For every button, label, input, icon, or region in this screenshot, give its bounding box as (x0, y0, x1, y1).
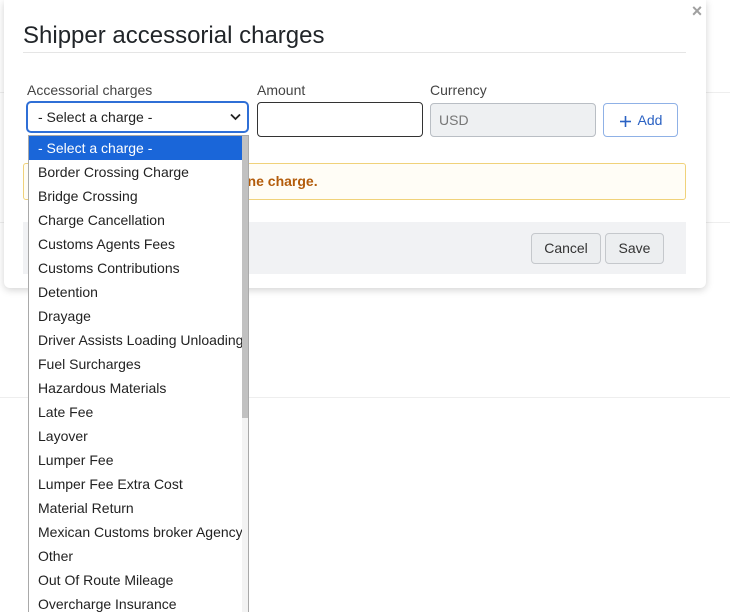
dropdown-option[interactable]: Bridge Crossing (29, 184, 242, 208)
dropdown-scrollbar-thumb[interactable] (242, 136, 248, 418)
charge-select-value: - Select a charge - (38, 109, 153, 125)
dropdown-option[interactable]: Fuel Surcharges (29, 352, 242, 376)
modal-title: Shipper accessorial charges (23, 22, 325, 49)
charges-label: Accessorial charges (27, 82, 153, 98)
chevron-down-icon (229, 103, 241, 131)
currency-label: Currency (430, 82, 487, 98)
dropdown-option[interactable]: Border Crossing Charge (29, 160, 242, 184)
dropdown-option[interactable]: - Select a charge - (29, 136, 242, 160)
dropdown-option[interactable]: Detention (29, 280, 242, 304)
dropdown-option[interactable]: Customs Contributions (29, 256, 242, 280)
dropdown-option[interactable]: Overcharge Insurance (29, 592, 242, 612)
charge-dropdown-list[interactable]: - Select a charge - Border Crossing Charg… (28, 135, 249, 612)
currency-input[interactable]: USD (430, 103, 596, 137)
dropdown-option[interactable]: Layover (29, 424, 242, 448)
add-charge-button[interactable]: Add (603, 103, 678, 137)
charge-select[interactable]: - Select a charge - (27, 102, 248, 132)
dropdown-option[interactable]: Other (29, 544, 242, 568)
dropdown-option[interactable]: Out Of Route Mileage (29, 568, 242, 592)
dropdown-option[interactable]: Lumper Fee (29, 448, 242, 472)
dropdown-option[interactable]: Drayage (29, 304, 242, 328)
title-divider (23, 52, 686, 53)
dropdown-option[interactable]: Customs Agents Fees (29, 232, 242, 256)
save-button[interactable]: Save (605, 233, 664, 264)
amount-input[interactable] (257, 102, 423, 137)
cancel-button[interactable]: Cancel (531, 233, 601, 264)
dropdown-option[interactable]: Late Fee (29, 400, 242, 424)
close-icon[interactable]: × (688, 1, 706, 21)
dropdown-option[interactable]: Material Return (29, 496, 242, 520)
warning-text: one charge. (239, 173, 318, 189)
add-charge-label: Add (637, 112, 663, 128)
dropdown-option[interactable]: Charge Cancellation (29, 208, 242, 232)
plus-icon (619, 114, 632, 128)
dropdown-option[interactable]: Lumper Fee Extra Cost (29, 472, 242, 496)
dropdown-options: - Select a charge - Border Crossing Charg… (29, 136, 243, 612)
dropdown-option[interactable]: Driver Assists Loading Unloading (29, 328, 243, 352)
dropdown-option[interactable]: Mexican Customs broker Agency (29, 520, 243, 544)
amount-label: Amount (257, 82, 306, 98)
dropdown-option[interactable]: Hazardous Materials (29, 376, 242, 400)
